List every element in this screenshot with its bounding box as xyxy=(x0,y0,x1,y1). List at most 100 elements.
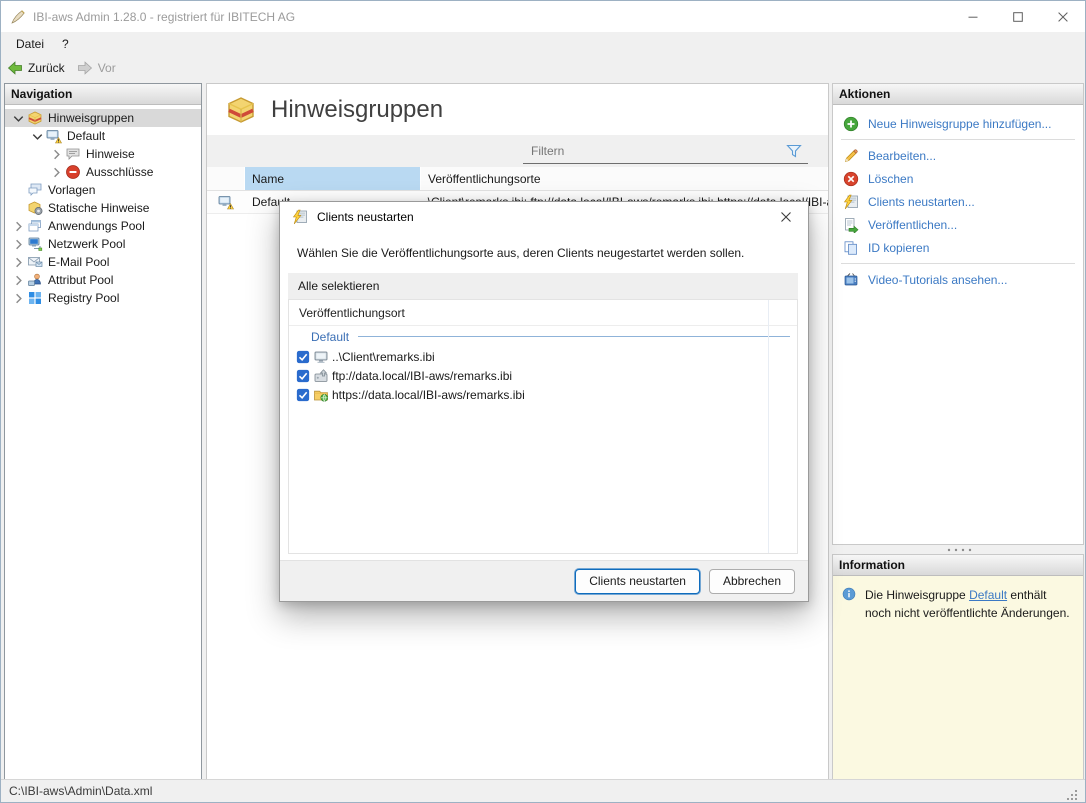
chevron-right-icon[interactable] xyxy=(11,255,26,270)
action-video-tutorials[interactable]: Video-Tutorials ansehen... xyxy=(833,268,1083,291)
action-label: Löschen xyxy=(868,172,913,186)
ftp-icon xyxy=(313,368,329,384)
chevron-right-icon[interactable] xyxy=(11,237,26,252)
checkbox-checked-icon[interactable] xyxy=(296,388,310,402)
templates-icon xyxy=(27,182,43,198)
dialog-title: Clients neustarten xyxy=(317,210,414,224)
location-label: ftp://data.local/IBI-aws/remarks.ibi xyxy=(332,369,512,383)
dialog-close-button[interactable] xyxy=(764,202,808,232)
chevron-spacer xyxy=(11,201,26,216)
action-id-kopieren[interactable]: ID kopieren xyxy=(833,236,1083,259)
static-remarks-icon xyxy=(27,200,43,216)
chevron-right-icon[interactable] xyxy=(11,291,26,306)
checkbox-checked-icon[interactable] xyxy=(296,350,310,364)
exclude-icon xyxy=(65,164,81,180)
action-bearbeiten[interactable]: Bearbeiten... xyxy=(833,144,1083,167)
locations-listbox: Veröffentlichungsort Default ..\Client\r… xyxy=(288,299,798,554)
computer-icon xyxy=(313,349,329,365)
cancel-button[interactable]: Abbrechen xyxy=(709,569,795,594)
location-item-2[interactable]: https://data.local/IBI-aws/remarks.ibi xyxy=(289,385,797,404)
email-pool-icon xyxy=(27,254,43,270)
monitor-warning-icon xyxy=(218,194,234,210)
information-default-link[interactable]: Default xyxy=(969,588,1007,602)
attribute-pool-icon xyxy=(27,272,43,288)
chevron-down-icon[interactable] xyxy=(11,111,26,126)
minimize-icon xyxy=(965,9,981,25)
location-label: ..\Client\remarks.ibi xyxy=(332,350,435,364)
checkbox-checked-icon[interactable] xyxy=(296,369,310,383)
menu-help[interactable]: ? xyxy=(53,34,78,54)
restart-clients-confirm-button[interactable]: Clients neustarten xyxy=(575,569,700,594)
select-all-bar[interactable]: Alle selektieren xyxy=(288,273,798,299)
action-neue-hinweisgruppe[interactable]: Neue Hinweisgruppe hinzufügen... xyxy=(833,112,1083,135)
nav-item-hinweisgruppen[interactable]: Hinweisgruppen xyxy=(5,109,201,127)
nav-item-statische-hinweise[interactable]: Statische Hinweise xyxy=(5,199,201,217)
nav-item-label: Netzwerk Pool xyxy=(48,237,125,251)
clients-restart-dialog: Clients neustarten Wählen Sie die Veröff… xyxy=(279,201,809,602)
minimize-button[interactable] xyxy=(950,1,995,32)
nav-item-netzwerk-pool[interactable]: Netzwerk Pool xyxy=(5,235,201,253)
close-icon xyxy=(778,209,794,225)
page-title: Hinweisgruppen xyxy=(271,96,443,124)
dialog-footer: Clients neustarten Abbrechen xyxy=(280,560,808,601)
group-label: Default xyxy=(311,330,349,344)
titlebar: IBI-aws Admin 1.28.0 - registriert für I… xyxy=(1,1,1085,32)
right-column: Aktionen Neue Hinweisgruppe hinzufügen..… xyxy=(832,83,1084,780)
filter-icon[interactable] xyxy=(786,143,802,159)
locations-column-header[interactable]: Veröffentlichungsort xyxy=(289,300,797,326)
action-loeschen[interactable]: Löschen xyxy=(833,167,1083,190)
app-pool-icon xyxy=(27,218,43,234)
maximize-icon xyxy=(1010,9,1026,25)
menu-datei[interactable]: Datei xyxy=(7,34,53,54)
location-item-0[interactable]: ..\Client\remarks.ibi xyxy=(289,347,797,366)
maximize-button[interactable] xyxy=(995,1,1040,32)
action-clients-neustarten[interactable]: Clients neustarten... xyxy=(833,190,1083,213)
panel-splitter[interactable] xyxy=(832,545,1084,554)
actions-panel: Aktionen Neue Hinweisgruppe hinzufügen..… xyxy=(832,83,1084,545)
back-icon xyxy=(7,60,23,76)
menubar: Datei ? xyxy=(1,32,1085,56)
package-icon xyxy=(224,94,258,126)
column-header-spacer[interactable] xyxy=(207,167,245,190)
column-header-locations[interactable]: Veröffentlichungsorte xyxy=(421,167,828,190)
nav-item-default[interactable]: Default xyxy=(5,127,201,145)
chevron-right-icon[interactable] xyxy=(49,165,64,180)
back-button[interactable]: Zurück xyxy=(7,60,65,76)
chevron-right-icon[interactable] xyxy=(11,273,26,288)
forward-button[interactable]: Vor xyxy=(77,60,116,76)
nav-item-e-mail-pool[interactable]: E-Mail Pool xyxy=(5,253,201,271)
chevron-right-icon[interactable] xyxy=(11,219,26,234)
group-line xyxy=(358,336,790,337)
nav-item-vorlagen[interactable]: Vorlagen xyxy=(5,181,201,199)
nav-item-label: Statische Hinweise xyxy=(48,201,149,215)
dialog-description: Wählen Sie die Veröffentlichungsorte aus… xyxy=(297,246,744,260)
nav-item-label: Hinweise xyxy=(86,147,135,161)
dialog-titlebar: Clients neustarten xyxy=(280,202,808,232)
chevron-down-icon[interactable] xyxy=(30,129,45,144)
speech-bubble-icon xyxy=(65,146,81,162)
location-label: https://data.local/IBI-aws/remarks.ibi xyxy=(332,388,525,402)
action-label: Video-Tutorials ansehen... xyxy=(868,273,1007,287)
chevron-right-icon[interactable] xyxy=(49,147,64,162)
information-header: Information xyxy=(833,555,1083,576)
location-item-1[interactable]: ftp://data.local/IBI-aws/remarks.ibi xyxy=(289,366,797,385)
locations-list: ..\Client\remarks.ibi ftp://data.local/IB… xyxy=(289,347,797,404)
nav-item-ausschluesse[interactable]: Ausschlüsse xyxy=(5,163,201,181)
column-header-name[interactable]: Name xyxy=(245,167,421,190)
nav-item-attribut-pool[interactable]: Attribut Pool xyxy=(5,271,201,289)
statusbar: C:\IBI-aws\Admin\Data.xml xyxy=(1,779,1085,802)
action-veroeffentlichen[interactable]: Veröffentlichen... xyxy=(833,213,1083,236)
window-title: IBI-aws Admin 1.28.0 - registriert für I… xyxy=(33,10,295,24)
resize-grip-icon[interactable] xyxy=(1065,788,1079,802)
restart-clients-icon xyxy=(843,194,859,210)
filter-input[interactable] xyxy=(523,144,786,158)
nav-item-label: Vorlagen xyxy=(48,183,95,197)
close-button[interactable] xyxy=(1040,1,1085,32)
nav-item-anwendungs-pool[interactable]: Anwendungs Pool xyxy=(5,217,201,235)
back-label: Zurück xyxy=(28,61,65,75)
group-row-default: Default xyxy=(289,326,797,347)
chevron-spacer xyxy=(11,183,26,198)
nav-item-registry-pool[interactable]: Registry Pool xyxy=(5,289,201,307)
nav-item-hinweise[interactable]: Hinweise xyxy=(5,145,201,163)
delete-icon xyxy=(843,171,859,187)
